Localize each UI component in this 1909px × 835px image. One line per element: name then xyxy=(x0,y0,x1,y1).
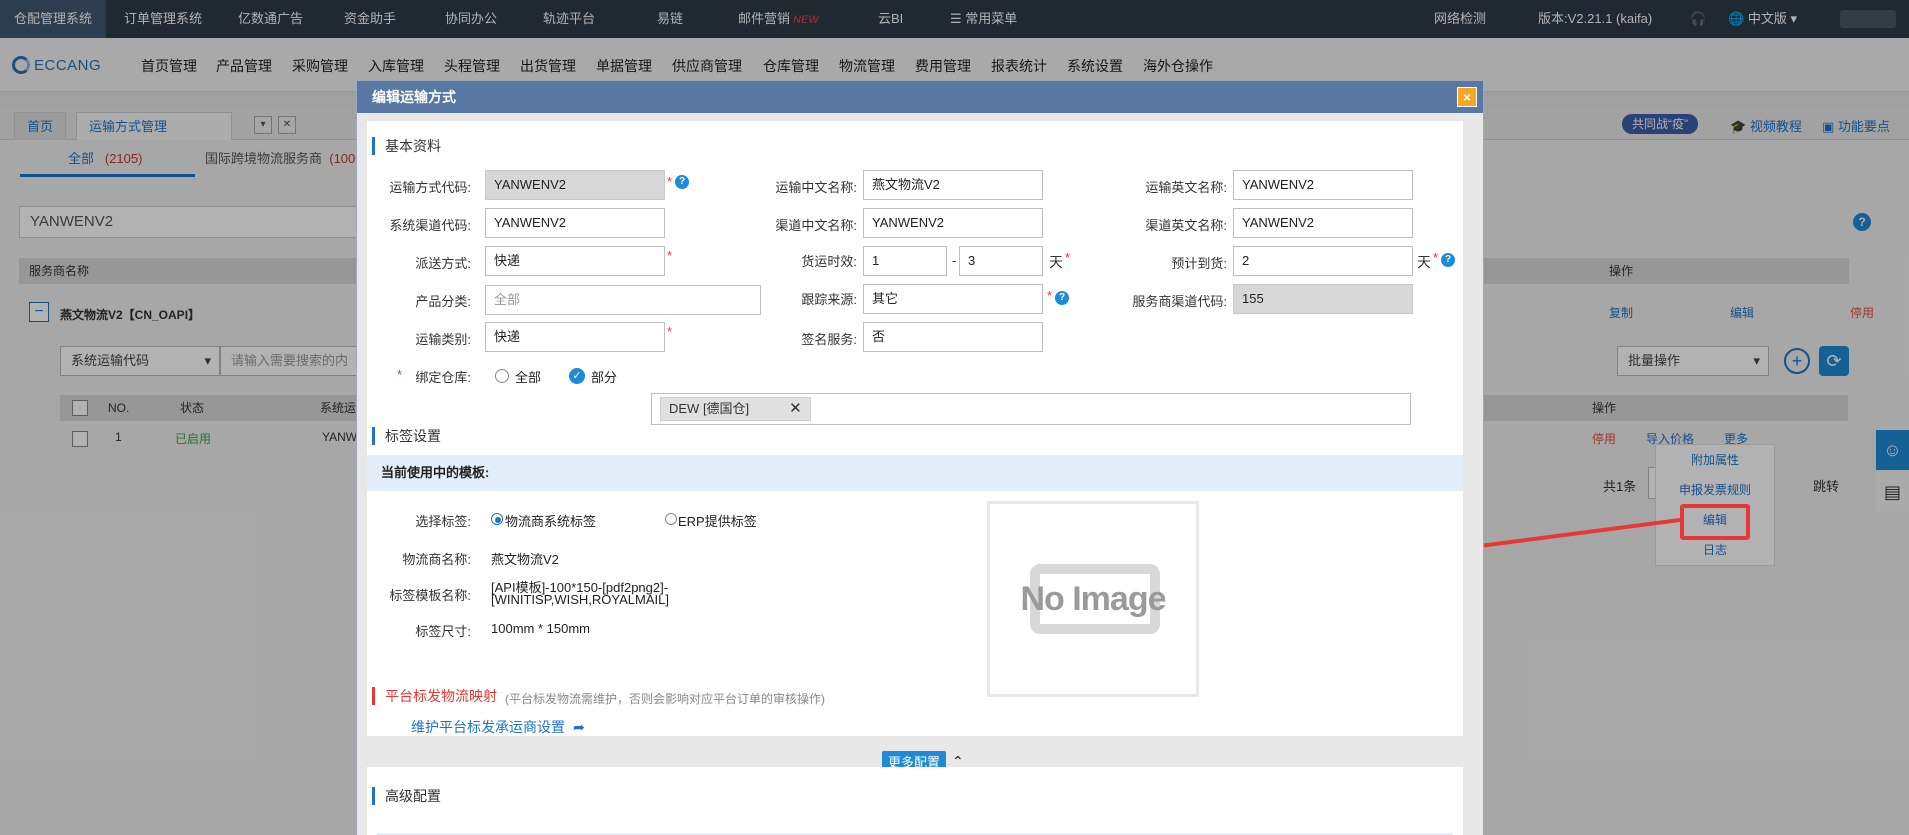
aging-label: 货运时效: xyxy=(801,254,857,269)
category-field[interactable]: 全部 xyxy=(485,285,761,315)
help-icon[interactable]: ? xyxy=(1441,253,1455,267)
track-label: 跟踪来源: xyxy=(801,292,857,307)
warehouse-all-label: 全部 xyxy=(515,370,542,385)
warehouse-tag: DEW [德国仓] ✕ xyxy=(660,397,811,421)
track-field[interactable]: 其它 xyxy=(863,284,1043,314)
select-label-label: 选择标签: xyxy=(415,514,471,529)
en-name-label: 运输英文名称: xyxy=(1145,180,1227,195)
help-icon[interactable]: ? xyxy=(675,175,689,189)
delivery-field[interactable]: 快递 xyxy=(485,246,665,276)
cn-name-label: 运输中文名称: xyxy=(775,180,857,195)
advanced-section: 高级配置 xyxy=(367,767,1463,835)
warehouse-part-label: 部分 xyxy=(591,370,618,385)
channel-cn-label: 渠道中文名称: xyxy=(775,218,857,233)
aging-from-field[interactable]: 1 xyxy=(863,246,947,276)
channel-en-label: 渠道英文名称: xyxy=(1145,218,1227,233)
carrier-name-value: 燕文物流V2 xyxy=(491,552,559,567)
template-name-label: 标签模板名称: xyxy=(389,588,471,603)
carrier-name-label: 物流商名称: xyxy=(402,552,471,567)
section-platform: 平台标发物流映射 xyxy=(372,687,497,705)
delivery-label: 派送方式: xyxy=(415,256,471,271)
template-name-line2: [WINITISP,WISH,ROYALMAIL] xyxy=(491,592,669,607)
share-arrow-icon: ➦ xyxy=(573,719,585,735)
syscode-field[interactable]: YANWENV2 xyxy=(485,208,665,238)
section-basic: 基本资料 xyxy=(372,137,441,155)
modal-title: 编辑运输方式 xyxy=(357,81,1483,113)
aging-unit: 天 xyxy=(1049,254,1063,270)
current-template-bar: 当前使用中的模板: xyxy=(367,455,1463,491)
required-mark: * xyxy=(1047,288,1053,303)
channel-en-field[interactable]: YANWENV2 xyxy=(1233,208,1413,238)
type-label: 运输类别: xyxy=(415,332,471,347)
edit-highlight-box xyxy=(1680,504,1750,540)
sign-label: 签名服务: xyxy=(801,332,857,347)
warehouse-part-check-icon[interactable]: ✓ xyxy=(569,368,585,384)
section-advanced: 高级配置 xyxy=(372,787,441,805)
code-label: 运输方式代码: xyxy=(389,180,471,195)
label-preview-image: No Image xyxy=(987,501,1199,697)
warehouse-tag-input[interactable]: DEW [德国仓] ✕ xyxy=(651,393,1411,425)
help-icon[interactable]: ? xyxy=(1055,291,1069,305)
carrier-label-option: 物流商系统标签 xyxy=(505,514,597,529)
section-label: 标签设置 xyxy=(372,427,441,445)
platform-note: (平台标发物流需维护，否则会影响对应平台订单的审核操作) xyxy=(505,692,825,706)
en-name-field[interactable]: YANWENV2 xyxy=(1233,170,1413,200)
basic-info-section: 基本资料 运输方式代码: YANWENV2 * ? 运输中文名称: 燕文物流V2… xyxy=(367,121,1463,736)
aging-to-field[interactable]: 3 xyxy=(959,246,1043,276)
platform-carrier-link-label: 维护平台标发承运商设置 xyxy=(411,719,565,735)
erp-label-radio[interactable] xyxy=(665,513,677,525)
platform-carrier-link[interactable]: 维护平台标发承运商设置 ➦ xyxy=(411,717,585,737)
eta-field[interactable]: 2 xyxy=(1233,246,1413,276)
type-field[interactable]: 快递 xyxy=(485,322,665,352)
aging-dash: - xyxy=(952,253,957,268)
cn-name-field[interactable]: 燕文物流V2 xyxy=(863,170,1043,200)
carrier-label-radio[interactable] xyxy=(491,513,503,525)
no-image-text: No Image xyxy=(1020,579,1166,618)
required-mark: * xyxy=(1433,250,1439,265)
edit-shipping-modal: 编辑运输方式 × 基本资料 运输方式代码: YANWENV2 * ? 运输中文名… xyxy=(356,80,1484,835)
channel-cn-field[interactable]: YANWENV2 xyxy=(863,208,1043,238)
required-mark: * xyxy=(667,248,673,263)
erp-label-option: ERP提供标签 xyxy=(678,514,757,529)
size-value: 100mm * 150mm xyxy=(491,621,590,636)
category-label: 产品分类: xyxy=(415,294,471,309)
svc-code-label: 服务商渠道代码: xyxy=(1132,294,1227,309)
required-mark: * xyxy=(1065,250,1071,265)
tag-remove-icon[interactable]: ✕ xyxy=(789,398,802,420)
warehouse-label: 绑定仓库: xyxy=(415,370,471,385)
code-field[interactable]: YANWENV2 xyxy=(485,170,665,200)
eta-label: 预计到货: xyxy=(1171,256,1227,271)
required-mark: * xyxy=(667,174,673,189)
syscode-label: 系统渠道代码: xyxy=(389,218,471,233)
required-mark: * xyxy=(667,324,673,339)
warehouse-tag-label: DEW [德国仓] xyxy=(669,401,750,416)
eta-unit: 天 xyxy=(1417,254,1431,270)
modal-close-icon[interactable]: × xyxy=(1457,87,1477,107)
size-label: 标签尺寸: xyxy=(415,624,471,639)
sign-field[interactable]: 否 xyxy=(863,322,1043,352)
modal-body: 基本资料 运输方式代码: YANWENV2 * ? 运输中文名称: 燕文物流V2… xyxy=(357,113,1483,835)
svc-code-field[interactable]: 155 xyxy=(1233,284,1413,314)
warehouse-all-radio[interactable] xyxy=(495,369,509,383)
